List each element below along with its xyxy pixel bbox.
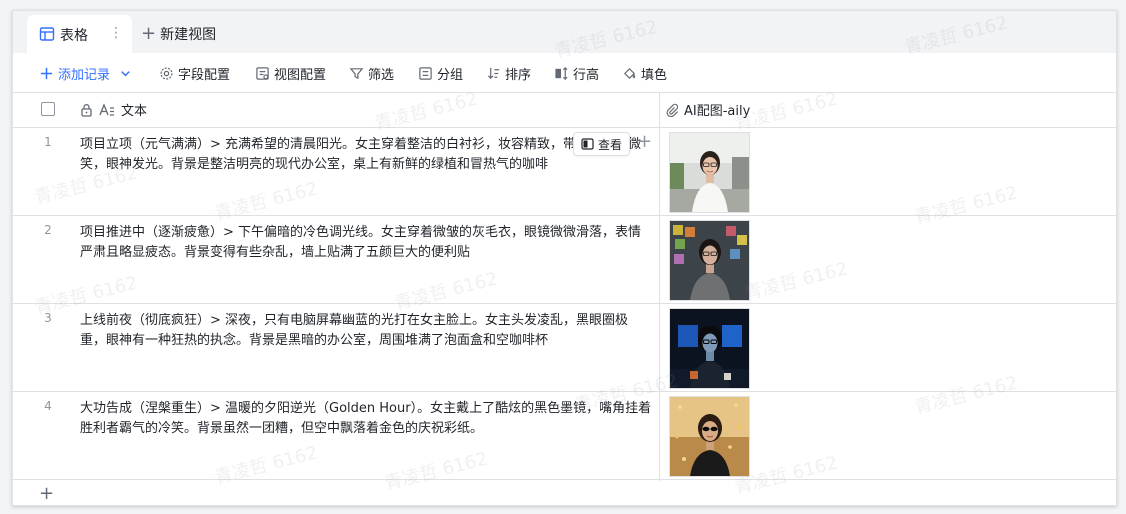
add-record-label: 添加记录	[58, 67, 111, 83]
group-label: 分组	[437, 67, 464, 83]
row-divider	[13, 215, 1116, 216]
new-view-label: 新建视图	[160, 27, 217, 43]
tab-table-label: 表格	[60, 28, 88, 44]
filter-icon	[349, 67, 364, 79]
text-cell[interactable]: 项目立项（元气满满）> 充满希望的清晨阳光。女主穿着整洁的白衬衫，妆容精致，带着…	[80, 135, 652, 175]
view-config-label: 视图配置	[274, 67, 327, 83]
watermark: 青凌哲 6162	[212, 178, 320, 225]
sort-button[interactable]: 排序	[486, 61, 531, 85]
watermark: 青凌哲 6162	[912, 372, 1020, 419]
sort-icon	[487, 67, 500, 79]
view-config-icon	[256, 66, 269, 80]
row-number: 3	[44, 311, 52, 325]
row-height-button[interactable]: 行高	[554, 61, 599, 85]
group-icon	[419, 66, 432, 80]
column-header-text[interactable]: 文本	[80, 100, 147, 119]
column-header-ai[interactable]: AI配图-aily	[665, 100, 750, 119]
row-height-label: 行高	[573, 67, 600, 83]
header-divider	[13, 127, 1116, 128]
row-divider	[13, 479, 1116, 480]
woman-portrait-night-screen-image	[670, 309, 749, 388]
watermark: 青凌哲 6162	[212, 442, 320, 489]
ai-image-thumbnail[interactable]	[669, 132, 750, 213]
paperclip-icon	[666, 103, 679, 117]
woman-portrait-sunglasses-image	[670, 397, 749, 476]
text-cell[interactable]: 上线前夜（彻底疯狂）> 深夜，只有电脑屏幕幽蓝的光打在女主脸上。女主头发凌乱，黑…	[80, 311, 652, 351]
view-button[interactable]: 查看	[573, 132, 630, 156]
woman-portrait-sticky-notes-image	[670, 221, 749, 300]
ai-image-thumbnail[interactable]	[669, 220, 750, 301]
paint-bucket-icon	[623, 67, 636, 79]
row-number: 4	[44, 399, 52, 413]
tab-table[interactable]: 表格 ⋮	[27, 15, 132, 53]
watermark: 青凌哲 6162	[382, 448, 490, 495]
ai-image-thumbnail[interactable]	[669, 308, 750, 389]
add-record-button[interactable]: 添加记录	[39, 61, 133, 85]
column-header-ai-label: AI配图-aily	[684, 104, 751, 119]
chevron-down-icon	[121, 70, 130, 76]
watermark: 青凌哲 6162	[742, 258, 850, 305]
sort-label: 排序	[505, 67, 532, 83]
woman-portrait-office-image	[670, 133, 749, 212]
row-add-icon[interactable]: +	[637, 133, 652, 151]
view-button-label: 查看	[597, 137, 622, 152]
row-divider	[13, 391, 1116, 392]
row-divider	[13, 303, 1116, 304]
field-config-button[interactable]: 字段配置	[159, 61, 230, 85]
plus-icon	[40, 67, 53, 79]
fill-color-label: 填色	[641, 67, 668, 83]
grid-border-top	[13, 92, 1116, 93]
watermark: 青凌哲 6162	[912, 182, 1020, 229]
watermark: 青凌哲 6162	[392, 268, 500, 315]
ai-image-thumbnail[interactable]	[669, 396, 750, 477]
add-row-icon[interactable]: +	[39, 485, 54, 503]
fill-color-button[interactable]: 填色	[622, 61, 667, 85]
plus-icon: +	[141, 23, 157, 44]
lock-icon	[81, 103, 92, 117]
text-field-icon	[99, 102, 114, 116]
toolbar: 添加记录 字段配置 视图配置 筛选 分组 排序 行高 填色	[13, 61, 1116, 85]
column-header-text-label: 文本	[121, 104, 148, 119]
select-all-checkbox[interactable]	[41, 102, 55, 116]
view-config-button[interactable]: 视图配置	[255, 61, 326, 85]
filter-button[interactable]: 筛选	[349, 61, 394, 85]
tab-more-icon[interactable]: ⋮	[109, 25, 123, 41]
expand-icon	[581, 138, 594, 150]
filter-label: 筛选	[368, 67, 395, 83]
gear-icon	[160, 66, 173, 80]
row-number: 2	[44, 223, 52, 237]
text-cell[interactable]: 大功告成（涅槃重生）> 温暖的夕阳逆光（Golden Hour）。女主戴上了酷炫…	[80, 399, 652, 439]
text-cell[interactable]: 项目推进中（逐渐疲惫）> 下午偏暗的冷色调光线。女主穿着微皱的灰毛衣，眼镜微微滑…	[80, 223, 652, 263]
column-divider	[659, 92, 660, 481]
view-tab-bar: 表格 ⋮ + 新建视图	[13, 11, 1116, 53]
row-height-icon	[555, 66, 568, 80]
group-button[interactable]: 分组	[418, 61, 463, 85]
app-window: 表格 ⋮ + 新建视图 添加记录 字段配置 视图配置 筛选 分组 排序 行高 填…	[12, 10, 1117, 506]
table-icon	[39, 27, 55, 41]
field-config-label: 字段配置	[178, 67, 231, 83]
new-view-button[interactable]: + 新建视图	[141, 24, 216, 44]
row-number: 1	[44, 135, 52, 149]
